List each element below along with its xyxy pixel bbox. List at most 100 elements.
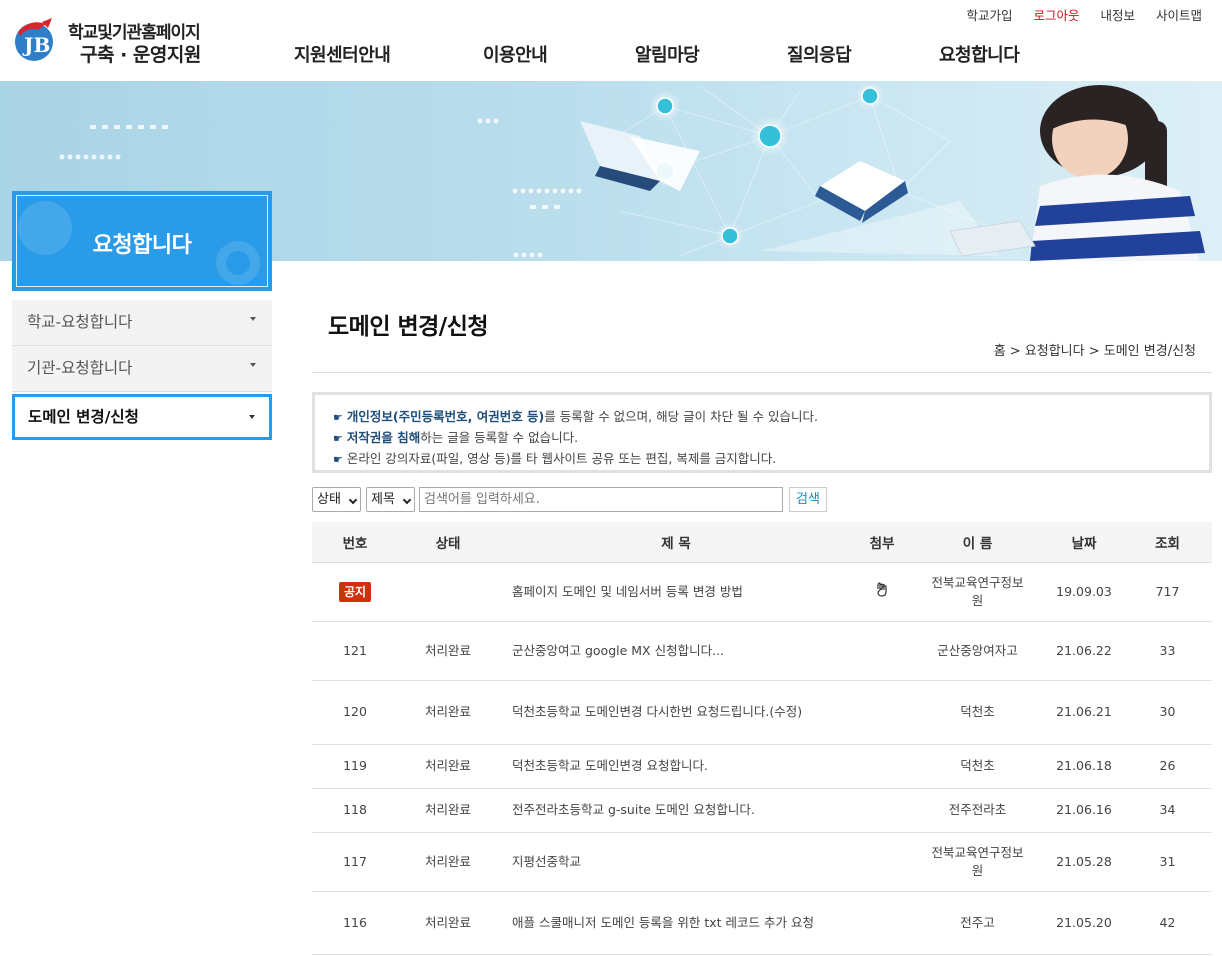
cell-views: 42: [1123, 891, 1212, 955]
table-row[interactable]: 119 처리완료 덕천초등학교 도메인변경 요청합니다. 덕천초 21.06.1…: [312, 744, 1212, 789]
gnb-item-guide[interactable]: 이용안내: [483, 41, 548, 67]
col-header-name: 이 름: [910, 522, 1045, 563]
cell-name: 전주전라초: [910, 788, 1045, 833]
col-header-number: 번호: [312, 522, 398, 563]
table-row[interactable]: 120 처리완료 덕천초등학교 도메인변경 다시한번 요청드립니다.(수정) 덕…: [312, 680, 1212, 745]
util-link-logout[interactable]: 로그아웃: [1033, 5, 1079, 24]
row-subject-link[interactable]: 지평선중학교: [512, 854, 581, 869]
cell-date: 21.06.18: [1045, 744, 1123, 789]
search-input[interactable]: [419, 487, 783, 512]
cell-attachment: [854, 621, 910, 681]
col-header-date: 날짜: [1045, 522, 1123, 563]
sidebar-menu: 학교-요청합니다 기관-요청합니다 도메인 변경/신청: [12, 300, 272, 440]
sidebar-item-label: 도메인 변경/신청: [28, 408, 139, 426]
cell-date: 21.06.22: [1045, 621, 1123, 681]
sidebar-item-org-request[interactable]: 기관-요청합니다: [12, 346, 272, 392]
cell-number: 121: [312, 621, 398, 681]
cell-attachment: [854, 891, 910, 955]
cell-views: 33: [1123, 621, 1212, 681]
util-link-sitemap[interactable]: 사이트맵: [1156, 5, 1202, 24]
caret-down-icon: [250, 317, 256, 321]
sidebar-item-domain-change[interactable]: 도메인 변경/신청: [12, 394, 272, 440]
table-row[interactable]: 116 처리완료 애플 스쿨매니저 도메인 등록을 위한 txt 레코드 추가 …: [312, 891, 1212, 955]
pointing-hand-icon: ☛: [333, 432, 343, 445]
cell-views: 26: [1123, 744, 1212, 789]
cell-status: 처리완료: [398, 832, 498, 892]
sidebar-title: 요청합니다: [92, 233, 192, 258]
notice-emphasis: 저작권을 침해: [346, 430, 421, 445]
caret-down-icon: [250, 363, 256, 367]
row-subject-link[interactable]: 홈페이지 도메인 및 네임서버 등록 변경 방법: [512, 584, 743, 599]
status-select[interactable]: 상태: [312, 487, 361, 512]
attachment-icon[interactable]: [875, 581, 889, 597]
cell-name: 전북교육연구정보원: [910, 562, 1045, 622]
search-bar: 상태 제목 검색: [312, 487, 1212, 513]
row-subject-link[interactable]: 전주전라초등학교 g-suite 도메인 요청합니다.: [512, 802, 755, 817]
notice-box: ☛ 개인정보(주민등록번호, 여권번호 등)를 등록할 수 없으며, 해당 글이 …: [312, 392, 1212, 473]
gnb-item-request[interactable]: 요청합니다: [939, 41, 1020, 67]
sidebar-item-school-request[interactable]: 학교-요청합니다: [12, 300, 272, 346]
logo-icon: JB: [15, 18, 53, 61]
caret-down-icon: [249, 415, 255, 419]
pointing-hand-icon: ☛: [333, 453, 343, 466]
cell-number: 117: [312, 832, 398, 892]
cell-attachment: [854, 744, 910, 789]
field-select-value: 제목: [371, 492, 395, 507]
cell-subject[interactable]: 군산중앙여고 google MX 신청합니다...: [498, 621, 854, 681]
row-subject-link[interactable]: 덕천초등학교 도메인변경 요청합니다.: [512, 758, 708, 773]
table-row[interactable]: 121 처리완료 군산중앙여고 google MX 신청합니다... 군산중앙여…: [312, 621, 1212, 681]
cell-views: 34: [1123, 788, 1212, 833]
cell-date: 19.09.03: [1045, 562, 1123, 622]
notice-line: ☛ 저작권을 침해하는 글을 등록할 수 없습니다.: [333, 428, 1191, 449]
cell-status: 처리완료: [398, 744, 498, 789]
cell-subject[interactable]: 전주전라초등학교 g-suite 도메인 요청합니다.: [498, 788, 854, 833]
cell-subject[interactable]: 애플 스쿨매니저 도메인 등록을 위한 txt 레코드 추가 요청: [498, 891, 854, 955]
field-select[interactable]: 제목: [366, 487, 415, 512]
cell-name: 전북교육연구정보원: [910, 832, 1045, 892]
cell-number: 119: [312, 744, 398, 789]
site-logo[interactable]: JB 학교및기관홈페이지 구축 · 운영지원: [12, 14, 212, 68]
cell-status: 처리완료: [398, 788, 498, 833]
cell-subject[interactable]: 덕천초등학교 도메인변경 다시한번 요청드립니다.(수정): [498, 680, 854, 745]
breadcrumb: 홈 > 요청합니다 > 도메인 변경/신청: [993, 344, 1196, 359]
row-subject-link[interactable]: 덕천초등학교 도메인변경 다시한번 요청드립니다.(수정): [512, 704, 802, 719]
logo-text-line2: 구축 · 운영지원: [80, 44, 201, 66]
col-header-subject: 제 목: [498, 522, 854, 563]
cell-attachment: [854, 680, 910, 745]
gnb-item-qna[interactable]: 질의응답: [787, 41, 852, 67]
cell-date: 21.05.28: [1045, 832, 1123, 892]
chevron-down-icon: [348, 495, 358, 505]
divider: [312, 372, 1212, 373]
table-row[interactable]: 공지 홈페이지 도메인 및 네임서버 등록 변경 방법 전북교육연구정보원 19…: [312, 562, 1212, 622]
row-subject-link[interactable]: 군산중앙여고 google MX 신청합니다...: [512, 643, 724, 658]
cell-number: 116: [312, 891, 398, 955]
table-row[interactable]: 118 처리완료 전주전라초등학교 g-suite 도메인 요청합니다. 전주전…: [312, 788, 1212, 833]
svg-text:JB: JB: [22, 33, 50, 57]
pointing-hand-icon: ☛: [333, 411, 343, 424]
cell-name: 덕천초: [910, 744, 1045, 789]
cell-subject[interactable]: 지평선중학교: [498, 832, 854, 892]
util-link-join[interactable]: 학교가입: [966, 5, 1012, 24]
cell-name: 덕천초: [910, 680, 1045, 745]
cell-subject[interactable]: 덕천초등학교 도메인변경 요청합니다.: [498, 744, 854, 789]
search-button[interactable]: 검색: [789, 487, 827, 512]
cell-attachment: [854, 562, 910, 622]
cell-number: 공지: [312, 562, 398, 622]
cell-date: 21.06.21: [1045, 680, 1123, 745]
cell-subject[interactable]: 홈페이지 도메인 및 네임서버 등록 변경 방법: [498, 562, 854, 622]
gnb-item-notice[interactable]: 알림마당: [635, 41, 700, 67]
notice-text: 온라인 강의자료(파일, 영상 등)를 타 웹사이트 공유 또는 편집, 복제를…: [346, 451, 777, 466]
row-subject-link[interactable]: 애플 스쿨매니저 도메인 등록을 위한 txt 레코드 추가 요청: [512, 915, 814, 930]
table-row[interactable]: 117 처리완료 지평선중학교 전북교육연구정보원 21.05.28 31: [312, 832, 1212, 892]
cell-views: 717: [1123, 562, 1212, 622]
cell-status: 처리완료: [398, 680, 498, 745]
col-header-attachment: 첨부: [854, 522, 910, 563]
col-header-views: 조회: [1123, 522, 1212, 563]
col-header-status: 상태: [398, 522, 498, 563]
notice-text: 하는 글을 등록할 수 없습니다.: [420, 430, 579, 445]
util-link-myinfo[interactable]: 내정보: [1100, 5, 1135, 24]
gnb-item-center[interactable]: 지원센터안내: [294, 41, 391, 67]
status-select-value: 상태: [317, 492, 341, 507]
cell-attachment: [854, 832, 910, 892]
page-title: 도메인 변경/신청: [328, 314, 489, 340]
